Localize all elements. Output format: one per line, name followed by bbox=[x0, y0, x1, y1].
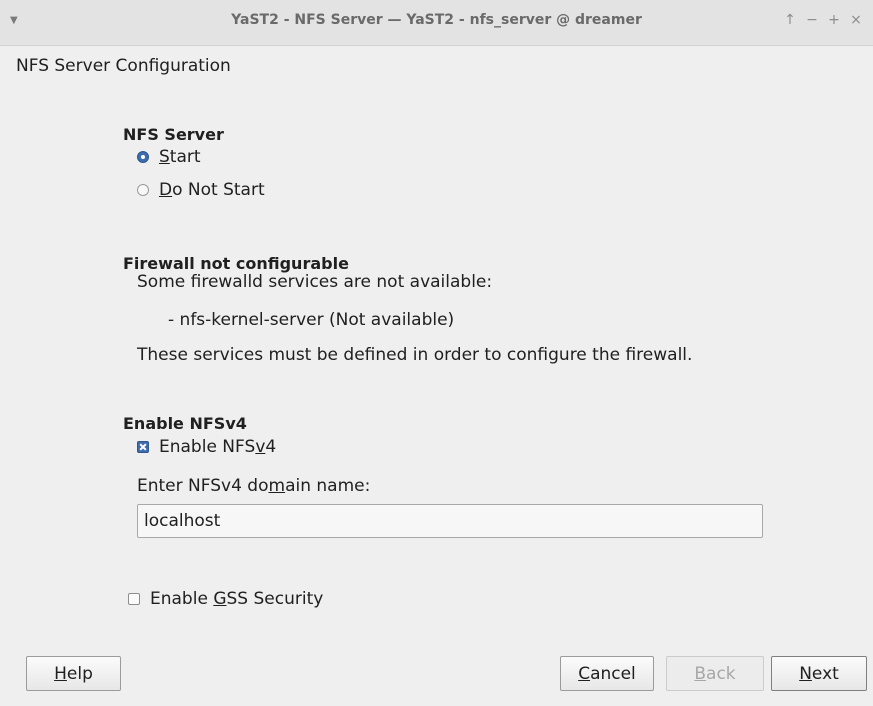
radio-selected-icon[interactable] bbox=[137, 151, 149, 163]
minimize-icon[interactable]: − bbox=[801, 12, 823, 28]
do-not-start-radio-label: Do Not Start bbox=[159, 180, 265, 200]
enable-gss-security-label: Enable GSS Security bbox=[150, 589, 324, 609]
keep-above-icon[interactable]: ↑ bbox=[779, 12, 801, 28]
window-titlebar: ▼ YaST2 - NFS Server — YaST2 - nfs_serve… bbox=[0, 0, 873, 46]
help-button[interactable]: Help bbox=[26, 656, 121, 691]
domain-name-label: Enter NFSv4 domain name: bbox=[137, 476, 371, 496]
radio-unselected-icon[interactable] bbox=[137, 184, 149, 196]
firewall-group-title: Firewall not configurable bbox=[123, 254, 349, 273]
close-icon[interactable]: × bbox=[845, 12, 867, 28]
cancel-button[interactable]: Cancel bbox=[560, 656, 654, 691]
start-radio[interactable]: Start bbox=[137, 147, 201, 167]
firewall-message-line2: - nfs-kernel-server (Not available) bbox=[168, 310, 455, 330]
next-button[interactable]: Next bbox=[771, 656, 867, 691]
domain-name-input[interactable] bbox=[137, 504, 763, 538]
do-not-start-radio[interactable]: Do Not Start bbox=[137, 180, 265, 200]
enable-nfsv4-label: Enable NFSv4 bbox=[159, 437, 277, 457]
nfs-server-group-title: NFS Server bbox=[123, 125, 224, 144]
checkbox-unchecked-icon[interactable] bbox=[128, 593, 140, 605]
page-title: NFS Server Configuration bbox=[16, 56, 231, 76]
back-button[interactable]: Back bbox=[666, 656, 764, 691]
enable-gss-security-checkbox[interactable]: Enable GSS Security bbox=[128, 589, 323, 609]
firewall-message-line3: These services must be defined in order … bbox=[137, 345, 693, 365]
enable-nfsv4-checkbox[interactable]: Enable NFSv4 bbox=[137, 437, 276, 457]
firewall-message-line1: Some firewalld services are not availabl… bbox=[137, 272, 493, 292]
maximize-icon[interactable]: + bbox=[823, 12, 845, 28]
window-controls: ↑ − + × bbox=[779, 12, 867, 28]
window-title: YaST2 - NFS Server — YaST2 - nfs_server … bbox=[231, 12, 642, 28]
checkbox-checked-icon[interactable] bbox=[137, 441, 149, 453]
nfsv4-group-title: Enable NFSv4 bbox=[123, 414, 247, 433]
start-radio-label: Start bbox=[159, 147, 201, 167]
